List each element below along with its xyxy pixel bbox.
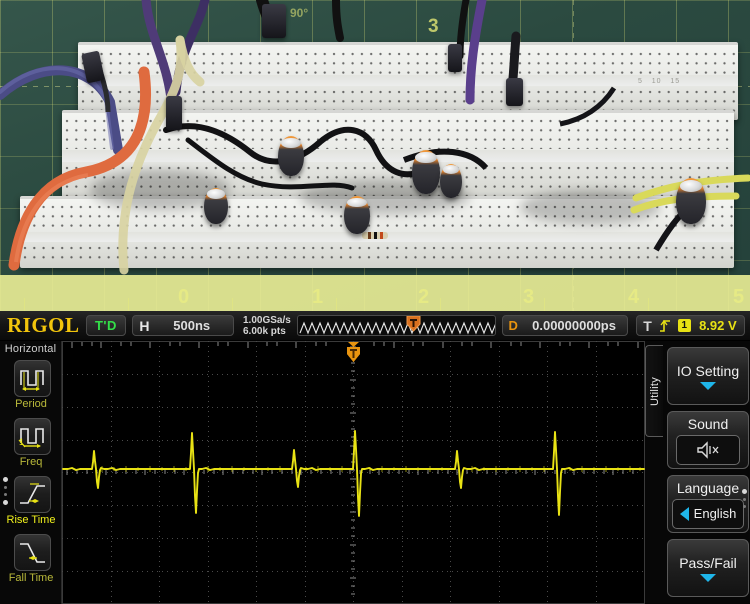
trigger-level-value: 8.92 V bbox=[699, 318, 737, 333]
mat-ruler: 0 1 2 3 4 5 bbox=[0, 275, 750, 311]
run-status-badge[interactable]: T'D bbox=[85, 315, 127, 336]
period-measure-icon bbox=[15, 361, 50, 396]
rise-time-measure-icon bbox=[15, 477, 50, 512]
acquisition-info: 1.00GSa/s 6.00k pts bbox=[240, 315, 291, 337]
left-menu-scroll-indicator[interactable] bbox=[3, 477, 8, 505]
language-label: Language bbox=[676, 479, 740, 496]
ruler-label: 1 bbox=[312, 286, 324, 308]
ruler-label: 3 bbox=[523, 286, 535, 308]
overview-waveform bbox=[299, 321, 495, 335]
delay-field[interactable]: D 0.00000000ps bbox=[501, 315, 629, 336]
horizontal-timebase-field[interactable]: H 500ns bbox=[132, 315, 234, 336]
delay-prefix-label: D bbox=[508, 318, 518, 333]
measure-button-freq[interactable]: 1 bbox=[14, 418, 51, 455]
measure-label-freq: Freq bbox=[19, 456, 43, 468]
measure-button-rise-time[interactable] bbox=[14, 476, 51, 513]
rising-edge-icon bbox=[659, 319, 671, 333]
measure-label-rise-time: Rise Time bbox=[6, 514, 56, 526]
channel1-waveform-trace bbox=[62, 430, 645, 517]
capacitor bbox=[204, 188, 228, 224]
menu-button-language[interactable]: Language English bbox=[667, 475, 749, 533]
language-value-box[interactable]: English bbox=[672, 498, 744, 529]
trigger-field[interactable]: T 1 8.92 V bbox=[636, 315, 745, 336]
delay-value: 0.00000000ps bbox=[532, 318, 616, 333]
wiring-overlay bbox=[0, 0, 750, 275]
chevron-down-icon bbox=[700, 573, 716, 582]
horizontal-prefix-label: H bbox=[139, 317, 150, 334]
measure-label-period: Period bbox=[15, 398, 47, 410]
utility-tab[interactable]: Utility bbox=[645, 345, 663, 437]
probe-tip bbox=[506, 78, 523, 106]
measure-button-period[interactable] bbox=[14, 360, 51, 397]
oscilloscope-screen: RIGOL T'D H 500ns 1.00GSa/s 6.00k pts D … bbox=[0, 311, 750, 604]
ruler-label: 4 bbox=[628, 286, 640, 308]
sound-value-box[interactable] bbox=[676, 434, 740, 465]
sound-label: Sound bbox=[687, 415, 729, 432]
ruler-label: 0 bbox=[178, 286, 190, 308]
trigger-source-badge: 1 bbox=[677, 319, 691, 332]
sample-rate-label: 1.00GSa/s bbox=[242, 314, 291, 326]
chevron-left-icon[interactable] bbox=[679, 506, 689, 521]
menu-button-io-setting[interactable]: IO Setting bbox=[667, 347, 749, 405]
utility-tab-label: Utility bbox=[648, 376, 661, 406]
breadboard-photo: 3 90° 5 10 15 30 25 20 15 10 5 bbox=[0, 0, 750, 311]
run-status-label: T'D bbox=[94, 318, 117, 333]
capacitor bbox=[440, 164, 462, 198]
ruler-label: 5 bbox=[733, 286, 745, 308]
left-menu-title: Horizontal bbox=[4, 343, 57, 355]
rigol-logo: RIGOL bbox=[7, 313, 80, 337]
menu-button-sound[interactable]: Sound bbox=[667, 411, 749, 469]
overview-trigger-marker[interactable] bbox=[406, 316, 421, 332]
right-menu-scroll-indicator[interactable] bbox=[742, 489, 747, 508]
left-measure-menu: Horizontal Period 1 Freq Rise Time Fall … bbox=[0, 341, 62, 604]
capacitor bbox=[344, 196, 370, 234]
scope-status-bar: RIGOL T'D H 500ns 1.00GSa/s 6.00k pts D … bbox=[0, 311, 750, 341]
menu-button-pass-fail[interactable]: Pass/Fail bbox=[667, 539, 749, 597]
pass-fail-label: Pass/Fail bbox=[679, 554, 737, 571]
probe-tip bbox=[448, 44, 462, 72]
waveform-overview-bar[interactable] bbox=[296, 315, 496, 336]
speaker-mute-icon bbox=[697, 440, 719, 459]
probe-body bbox=[262, 4, 286, 38]
probe-tip bbox=[166, 96, 182, 130]
language-value: English bbox=[693, 506, 737, 521]
fall-time-measure-icon bbox=[15, 535, 50, 570]
timebase-value: 500ns bbox=[173, 318, 211, 333]
measure-label-fall-time: Fall Time bbox=[8, 572, 54, 584]
ruler-label: 2 bbox=[418, 286, 430, 308]
capacitor bbox=[676, 178, 706, 224]
frequency-measure-icon: 1 bbox=[15, 419, 50, 454]
capacitor bbox=[412, 150, 440, 194]
measure-button-fall-time[interactable] bbox=[14, 534, 51, 571]
io-setting-label: IO Setting bbox=[676, 362, 740, 379]
memory-depth-label: 6.00k pts bbox=[242, 325, 286, 337]
waveform-graticule[interactable] bbox=[62, 341, 645, 604]
chevron-down-icon bbox=[700, 381, 716, 390]
capacitor bbox=[278, 136, 304, 176]
trigger-prefix-label: T bbox=[643, 317, 652, 334]
right-utility-menu: Utility IO Setting Sound Language Englis… bbox=[645, 341, 750, 604]
